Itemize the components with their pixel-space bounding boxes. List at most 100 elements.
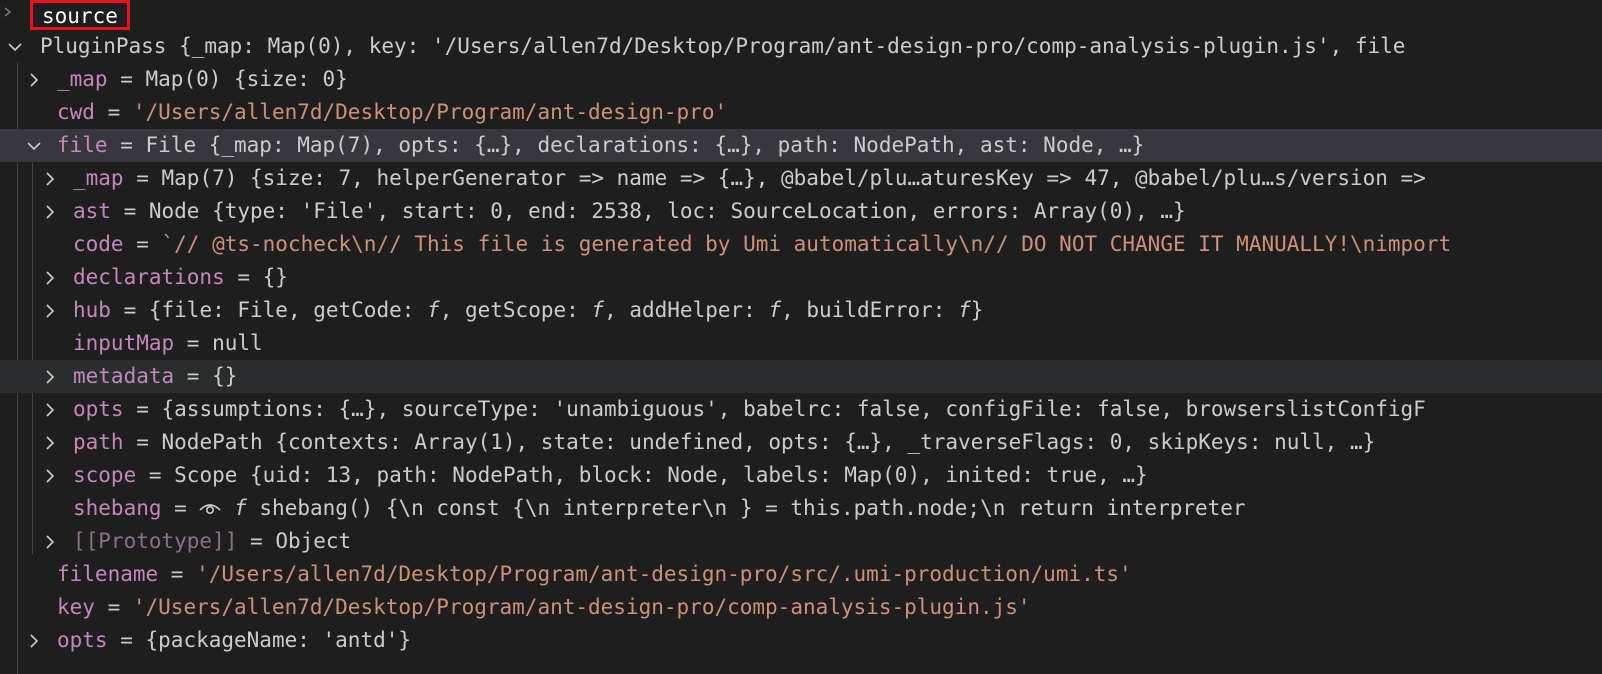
hub-entry: hub = {file: File, getCode: f, getScope:…: [73, 294, 983, 327]
filename-entry: filename = '/Users/allen7d/Desktop/Progr…: [57, 558, 1132, 591]
equals-sign: =: [123, 430, 162, 454]
property-key: metadata: [73, 364, 175, 388]
tree-row-code[interactable]: code = `// @ts-nocheck\n// This file is …: [0, 228, 1602, 261]
function-glyph: f: [427, 298, 440, 322]
property-value: Map(0) {size: 0}: [145, 67, 348, 91]
map-entry: _map = Map(0) {size: 0}: [57, 63, 348, 96]
property-value: `// @ts-nocheck\n// This file is generat…: [161, 232, 1452, 256]
equals-sign: =: [123, 166, 162, 190]
property-value: {assumptions: {…}, sourceType: 'unambigu…: [161, 397, 1426, 421]
chevron-right-icon[interactable]: [25, 624, 43, 657]
equals-sign: =: [110, 199, 149, 223]
tree-row-scope[interactable]: scope = Scope {uid: 13, path: NodePath, …: [0, 459, 1602, 492]
scope-entry: scope = Scope {uid: 13, path: NodePath, …: [73, 459, 1148, 492]
inputmap-entry: inputMap = null: [73, 327, 263, 360]
property-key: ast: [73, 199, 111, 223]
chevron-right-icon[interactable]: [41, 360, 59, 393]
property-value: Map(7) {size: 7, helperGenerator => name…: [161, 166, 1426, 190]
tree-row-pluginpass[interactable]: PluginPass {_map: Map(0), key: '/Users/a…: [0, 30, 1602, 63]
tree-row-inputmap[interactable]: inputMap = null: [0, 327, 1602, 360]
chevron-right-icon[interactable]: [41, 459, 59, 492]
function-glyph: f: [768, 298, 782, 322]
tree-row-declarations[interactable]: declarations = {}: [0, 261, 1602, 294]
property-value: {}: [212, 364, 238, 388]
equals-sign: =: [174, 331, 213, 355]
tree-row-prototype[interactable]: [[Prototype]] = Object: [0, 525, 1602, 558]
equals-sign: =: [237, 529, 276, 553]
chevron-down-icon[interactable]: [6, 30, 24, 63]
property-key: scope: [73, 463, 137, 487]
equals-sign: =: [110, 298, 149, 322]
variables-tree: source PluginPass {_map: Map(0), key: '/…: [0, 0, 1602, 674]
chevron-right-icon[interactable]: [41, 294, 59, 327]
tree-row-hub[interactable]: hub = {file: File, getCode: f, getScope:…: [0, 294, 1602, 327]
tree-row-file[interactable]: file = File {_map: Map(7), opts: {…}, de…: [0, 129, 1602, 162]
property-value: '/Users/allen7d/Desktop/Program/ant-desi…: [132, 595, 1031, 619]
property-value: File {_map: Map(7), opts: {…}, declarati…: [145, 133, 1145, 157]
property-value: '/Users/allen7d/Desktop/Program/ant-desi…: [132, 100, 728, 124]
equals-sign: =: [94, 100, 133, 124]
tree-row-opts[interactable]: opts = {assumptions: {…}, sourceType: 'u…: [0, 393, 1602, 426]
tree-row-shebang[interactable]: shebang = f shebang() {\n const {\n inte…: [0, 492, 1602, 525]
tree-row-key[interactable]: key = '/Users/allen7d/Desktop/Program/an…: [0, 591, 1602, 624]
chevron-right-icon[interactable]: [41, 195, 59, 228]
property-value: Object: [275, 529, 352, 553]
declarations-entry: declarations = {}: [73, 261, 288, 294]
source-label-highlighted: source: [30, 0, 130, 30]
file-entry: file = File {_map: Map(7), opts: {…}, de…: [57, 129, 1144, 162]
root-opts-entry: opts = {packageName: 'antd'}: [57, 624, 411, 657]
property-key: filename: [57, 562, 159, 586]
tree-row-metadata[interactable]: metadata = {}: [0, 360, 1602, 393]
tree-row-root-opts[interactable]: opts = {packageName: 'antd'}: [0, 624, 1602, 657]
function-glyph: f: [234, 496, 247, 520]
property-value: Scope {uid: 13, path: NodePath, block: N…: [174, 463, 1148, 487]
tree-row-ast[interactable]: ast = Node {type: 'File', start: 0, end:…: [0, 195, 1602, 228]
tree-row-file-map[interactable]: _map = Map(7) {size: 7, helperGenerator …: [0, 162, 1602, 195]
chevron-right-icon[interactable]: [41, 261, 59, 294]
code-entry: code = `// @ts-nocheck\n// This file is …: [73, 228, 1451, 261]
cwd-entry: cwd = '/Users/allen7d/Desktop/Program/an…: [57, 96, 727, 129]
prototype-entry: [[Prototype]] = Object: [73, 525, 351, 558]
equals-sign: =: [107, 67, 146, 91]
tree-row-cwd[interactable]: cwd = '/Users/allen7d/Desktop/Program/an…: [0, 96, 1602, 129]
tree-row-source[interactable]: source: [0, 0, 1602, 30]
chevron-right-icon[interactable]: [25, 63, 43, 96]
key-entry: key = '/Users/allen7d/Desktop/Program/an…: [57, 591, 1031, 624]
metadata-entry: metadata = {}: [73, 360, 237, 393]
property-key: inputMap: [73, 331, 175, 355]
equals-sign: =: [107, 628, 146, 652]
property-key: cwd: [57, 100, 95, 124]
equals-sign: =: [107, 133, 146, 157]
property-value: , buildError:: [781, 298, 959, 322]
equals-sign: =: [136, 463, 175, 487]
property-key: _map: [73, 166, 124, 190]
shebang-entry: shebang = f shebang() {\n const {\n inte…: [73, 492, 1246, 525]
property-key: code: [73, 232, 124, 256]
property-value: Node {type: 'File', start: 0, end: 2538,…: [148, 199, 1186, 223]
property-value: {packageName: 'antd'}: [145, 628, 412, 652]
chevron-right-icon[interactable]: [41, 162, 59, 195]
function-glyph: f: [958, 298, 971, 322]
tree-row-map[interactable]: _map = Map(0) {size: 0}: [0, 63, 1602, 96]
pluginpass-summary: PluginPass {_map: Map(0), key: '/Users/a…: [40, 34, 1406, 58]
property-key: [[Prototype]]: [73, 529, 238, 553]
opts-entry: opts = {assumptions: {…}, sourceType: 'u…: [73, 393, 1426, 426]
property-value: NodePath {contexts: Array(1), state: und…: [161, 430, 1376, 454]
property-key: hub: [73, 298, 111, 322]
property-value: , getScope:: [439, 298, 592, 322]
property-key: shebang: [73, 496, 162, 520]
property-key: opts: [73, 397, 124, 421]
ast-entry: ast = Node {type: 'File', start: 0, end:…: [73, 195, 1186, 228]
equals-sign: =: [161, 496, 200, 520]
property-value: }: [970, 298, 984, 322]
chevron-right-icon[interactable]: [41, 426, 59, 459]
chevron-down-icon[interactable]: [25, 129, 43, 162]
eye-icon[interactable]: [199, 499, 222, 520]
tree-row-path[interactable]: path = NodePath {contexts: Array(1), sta…: [0, 426, 1602, 459]
tree-row-filename[interactable]: filename = '/Users/allen7d/Desktop/Progr…: [0, 558, 1602, 591]
chevron-right-icon[interactable]: [41, 525, 59, 558]
chevron-right-icon[interactable]: [41, 393, 59, 426]
equals-sign: =: [174, 364, 213, 388]
equals-sign: =: [123, 397, 162, 421]
chevron-right-icon[interactable]: [2, 6, 14, 18]
